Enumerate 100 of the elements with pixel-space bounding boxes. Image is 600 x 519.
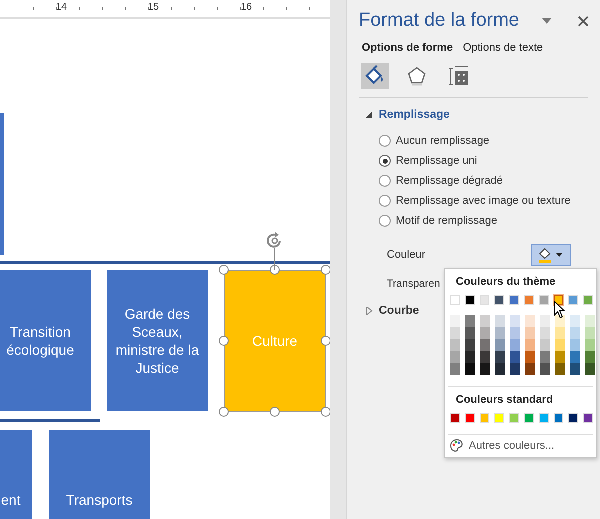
color-swatch[interactable] <box>465 327 475 339</box>
color-swatch[interactable] <box>450 351 460 363</box>
color-swatch[interactable] <box>585 327 595 339</box>
color-swatch[interactable] <box>510 339 520 351</box>
color-swatch[interactable] <box>570 351 580 363</box>
close-icon[interactable] <box>578 16 588 26</box>
color-swatch[interactable] <box>510 315 520 327</box>
color-swatch[interactable] <box>555 351 565 363</box>
color-swatch[interactable] <box>540 351 550 363</box>
color-swatch[interactable] <box>570 339 580 351</box>
color-swatch[interactable] <box>480 315 490 327</box>
color-swatch[interactable] <box>465 315 475 327</box>
dropdown-icon[interactable] <box>542 18 552 24</box>
color-swatch[interactable] <box>495 339 505 351</box>
menu-heading: Couleurs du thème <box>456 276 557 288</box>
section-header[interactable]: Courbe <box>359 305 600 317</box>
color-swatch[interactable] <box>450 315 460 327</box>
section-header[interactable]: Remplissage <box>359 109 600 121</box>
color-swatch[interactable] <box>495 351 505 363</box>
color-swatch[interactable] <box>450 327 460 339</box>
option-label: Remplissage avec image ou texture <box>396 195 571 207</box>
color-swatch[interactable] <box>554 295 564 305</box>
color-swatch[interactable] <box>525 327 535 339</box>
color-swatch[interactable] <box>555 339 565 351</box>
resize-handle[interactable] <box>219 265 229 275</box>
cursor-icon <box>554 301 566 319</box>
box-label: Transition écologique <box>6 322 76 358</box>
resize-handle[interactable] <box>321 336 330 346</box>
color-swatch[interactable] <box>585 363 595 375</box>
color-swatch[interactable] <box>480 339 490 351</box>
resize-handle[interactable] <box>219 407 229 417</box>
color-swatch[interactable] <box>570 363 580 375</box>
color-label: Couleur <box>387 249 426 261</box>
radio-button[interactable] <box>379 135 391 147</box>
color-swatch[interactable] <box>540 327 550 339</box>
org-chart-box[interactable]: Transition écologique <box>0 270 91 411</box>
option-label: Remplissage uni <box>396 155 478 167</box>
color-swatch[interactable] <box>525 363 535 375</box>
option-label: Remplissage dégradé <box>396 175 504 187</box>
expand-icon <box>365 307 373 315</box>
color-swatch[interactable] <box>495 327 505 339</box>
color-swatch[interactable] <box>510 351 520 363</box>
color-swatch[interactable] <box>570 315 580 327</box>
radio-button[interactable] <box>379 175 391 187</box>
transparency-label: Transparen <box>387 278 440 290</box>
color-swatch[interactable] <box>465 339 475 351</box>
color-swatch[interactable] <box>480 363 490 375</box>
radio-button[interactable] <box>379 195 391 207</box>
palette-icon <box>450 439 464 453</box>
paint-bucket-icon[interactable] <box>361 63 389 89</box>
color-swatch[interactable] <box>465 351 475 363</box>
color-swatch[interactable] <box>585 339 595 351</box>
rotate-handle-icon[interactable] <box>266 232 284 270</box>
box-label: Culture <box>252 332 298 350</box>
box-label: ent <box>1 491 21 509</box>
radio-button[interactable] <box>379 215 391 227</box>
resize-handle[interactable] <box>219 336 229 346</box>
color-swatch[interactable] <box>495 315 505 327</box>
option-label: Aucun remplissage <box>396 135 490 147</box>
color-swatch[interactable] <box>540 315 550 327</box>
menu-heading: Couleurs standard <box>456 394 554 406</box>
color-swatch[interactable] <box>555 363 565 375</box>
expand-icon <box>365 111 373 119</box>
box-label: Transports <box>66 491 133 509</box>
color-swatch[interactable] <box>570 327 580 339</box>
ruler-number: 14 <box>56 2 68 13</box>
color-swatch[interactable] <box>450 339 460 351</box>
org-chart-box[interactable]: ent <box>0 430 32 519</box>
resize-handle[interactable] <box>270 407 280 417</box>
box-label: Garde des Sceaux, ministre de la Justice <box>114 304 200 376</box>
tab[interactable]: Options de texte <box>463 42 544 54</box>
org-chart-box[interactable]: Transports <box>49 430 150 519</box>
radio-button[interactable] <box>379 155 391 167</box>
color-swatch[interactable] <box>555 327 565 339</box>
more-colors-item[interactable]: Autres couleurs... <box>448 439 593 453</box>
color-swatch[interactable] <box>510 363 520 375</box>
resize-handle[interactable] <box>321 265 330 275</box>
color-swatch[interactable] <box>480 327 490 339</box>
color-swatch[interactable] <box>585 315 595 327</box>
ruler-number: 15 <box>148 2 160 13</box>
paint-bucket-icon <box>539 248 551 258</box>
color-swatch[interactable] <box>525 351 535 363</box>
color-swatch[interactable] <box>525 315 535 327</box>
option-label: Motif de remplissage <box>396 215 498 227</box>
color-swatch[interactable] <box>480 351 490 363</box>
color-swatch[interactable] <box>495 363 505 375</box>
color-swatch[interactable] <box>540 339 550 351</box>
org-chart-box[interactable]: Garde des Sceaux, ministre de la Justice <box>107 270 208 411</box>
color-swatch[interactable] <box>525 339 535 351</box>
color-swatch[interactable] <box>465 363 475 375</box>
fill-color-button[interactable] <box>531 244 571 266</box>
color-swatch[interactable] <box>585 351 595 363</box>
caret-icon <box>556 253 563 257</box>
tab[interactable]: Options de forme <box>362 42 454 54</box>
resize-handle[interactable] <box>321 407 330 417</box>
panel-title: Format de la forme <box>359 10 520 32</box>
ruler-number: 16 <box>241 2 252 13</box>
color-swatch[interactable] <box>540 363 550 375</box>
color-swatch[interactable] <box>510 327 520 339</box>
color-swatch[interactable] <box>450 363 460 375</box>
